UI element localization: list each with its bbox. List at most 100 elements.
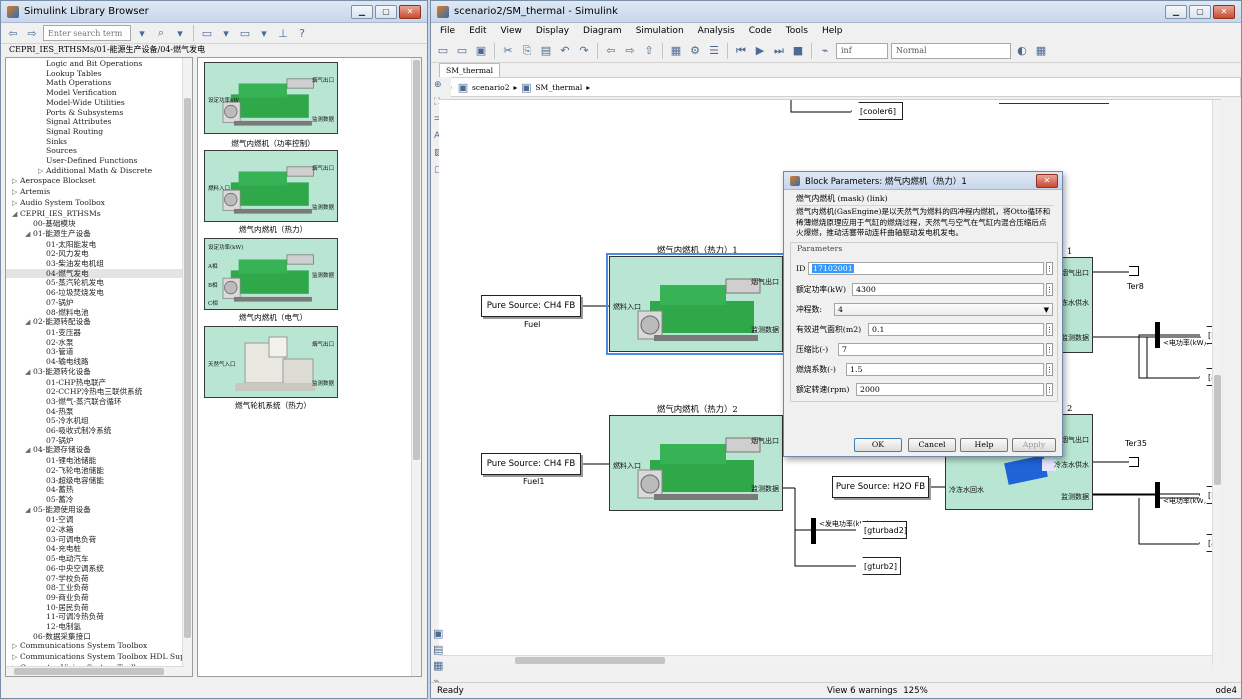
- tree-item[interactable]: 04-热泵: [6, 407, 192, 417]
- library-tree[interactable]: Logic and Bit Operations Lookup Tables Mat…: [5, 57, 193, 677]
- tree-item[interactable]: 04-充电桩: [6, 544, 192, 554]
- tree-item[interactable]: ◢ 01-能源生产设备: [6, 229, 192, 240]
- tree-item[interactable]: 04-燃气发电: [6, 268, 192, 279]
- tree-item[interactable]: 08-工业负荷: [6, 583, 192, 593]
- expand-arrow-icon[interactable]: ▷: [12, 642, 20, 652]
- cancel-button[interactable]: Cancel: [908, 438, 956, 452]
- menu-view[interactable]: View: [501, 26, 522, 36]
- copy-icon[interactable]: ⎘: [519, 43, 535, 59]
- new-model-icon[interactable]: ▭: [199, 25, 215, 41]
- tree-vertical-scrollbar[interactable]: [182, 58, 192, 676]
- bus-selector-2[interactable]: [1155, 322, 1160, 348]
- apply-button[interactable]: Apply: [1012, 438, 1056, 452]
- param-input-combustion-coeff[interactable]: 1.5: [846, 363, 1044, 376]
- menu-file[interactable]: File: [440, 26, 455, 36]
- expand-arrow-icon[interactable]: ◢: [25, 506, 33, 516]
- menu-display[interactable]: Display: [536, 26, 569, 36]
- param-more-icon[interactable]: ⋮: [1046, 323, 1053, 336]
- tree-item[interactable]: 03-管道: [6, 347, 192, 357]
- up-icon[interactable]: ⇧: [641, 43, 657, 59]
- model-settings-icon[interactable]: ⚙: [687, 43, 703, 59]
- tree-item[interactable]: 01-CHP热电联产: [6, 378, 192, 388]
- tree-item[interactable]: 11-可调冷热负荷: [6, 612, 192, 622]
- breadcrumb-scenario2[interactable]: scenario2: [472, 83, 510, 92]
- tree-item[interactable]: 09-商业负荷: [6, 593, 192, 603]
- tree-item[interactable]: 03-可调电负荷: [6, 535, 192, 545]
- tab-sm-thermal[interactable]: SM_thermal: [439, 63, 500, 77]
- tree-item[interactable]: 02-CCHP冷热电三联供系统: [6, 387, 192, 397]
- tree-item[interactable]: ▷ Audio System Toolbox: [6, 198, 192, 209]
- expand-arrow-icon[interactable]: ▷: [12, 177, 20, 187]
- tree-item[interactable]: ◢ CEPRI_IES_RTHSMs: [6, 209, 192, 220]
- param-input-rated-speed[interactable]: 2000: [856, 383, 1044, 396]
- menu-simulation[interactable]: Simulation: [636, 26, 684, 36]
- tree-item[interactable]: 02-飞轮电池储能: [6, 466, 192, 476]
- expand-arrow-icon[interactable]: ▷: [12, 188, 20, 198]
- param-more-icon[interactable]: ⋮: [1046, 262, 1053, 275]
- gas-engine-block-1[interactable]: 燃料入口 烟气出口 监测数据: [606, 253, 786, 355]
- simulation-mode-select[interactable]: Normal: [891, 42, 1011, 59]
- minimize-button[interactable]: ▁: [1165, 4, 1187, 19]
- new-dropdown-icon[interactable]: ▾: [218, 25, 234, 41]
- stop-time-input[interactable]: [836, 42, 888, 59]
- tree-item[interactable]: 05-冷水机组: [6, 416, 192, 426]
- expand-arrow-icon[interactable]: ◢: [25, 318, 33, 328]
- tree-item[interactable]: 05-电动汽车: [6, 554, 192, 564]
- tree-item[interactable]: 06-数据采集接口: [6, 632, 192, 642]
- pure-source-ch4-2[interactable]: Pure Source: CH4 FB: [481, 453, 581, 475]
- tree-item[interactable]: Signal Attributes: [6, 117, 192, 127]
- step-back-icon[interactable]: ⏮: [733, 43, 749, 59]
- tree-item[interactable]: User-Defined Functions: [6, 156, 192, 166]
- gas-engine-block-2[interactable]: 燃料入口 烟气出口 监测数据: [609, 415, 783, 511]
- tree-item[interactable]: Model-Wide Utilities: [6, 98, 192, 108]
- tree-item[interactable]: 01-变压器: [6, 328, 192, 338]
- expand-arrow-icon[interactable]: ◢: [25, 446, 33, 456]
- expand-arrow-icon[interactable]: ▷: [38, 167, 46, 177]
- camera-icon[interactable]: ▣: [433, 627, 449, 643]
- param-input-id[interactable]: 17102001: [808, 262, 1044, 275]
- tree-item[interactable]: Math Operations: [6, 78, 192, 88]
- search-dropdown-icon[interactable]: ▾: [134, 25, 150, 41]
- library-browser-icon[interactable]: ▦: [668, 43, 684, 59]
- tree-item[interactable]: 02-水泵: [6, 338, 192, 348]
- dialog-close-button[interactable]: ✕: [1036, 173, 1058, 188]
- tree-item[interactable]: 05-蒸汽轮机发电: [6, 278, 192, 288]
- canvas-horizontal-scrollbar[interactable]: [439, 655, 1212, 665]
- library-block-gas-turbine[interactable]: 天然气入口 烟气出口 监测数据: [204, 326, 338, 398]
- back-arrow-icon[interactable]: ⇦: [5, 25, 21, 41]
- param-more-icon[interactable]: ⋮: [1046, 383, 1053, 396]
- stop-icon[interactable]: ■: [790, 43, 806, 59]
- tree-item[interactable]: 07-锅炉: [6, 436, 192, 446]
- maximize-button[interactable]: ▢: [1189, 4, 1211, 19]
- search-options-icon[interactable]: ▾: [172, 25, 188, 41]
- tree-horizontal-scrollbar[interactable]: [6, 666, 184, 676]
- status-warnings[interactable]: View 6 warnings: [827, 686, 897, 696]
- cut-icon[interactable]: ✂: [500, 43, 516, 59]
- breadcrumb-sm-thermal[interactable]: SM_thermal: [535, 83, 582, 92]
- open-dropdown-icon[interactable]: ▾: [256, 25, 272, 41]
- library-block-engine-electric[interactable]: 设定功率(kW) A相 B相 C相 监测数据: [204, 238, 338, 310]
- tree-item[interactable]: 01-锂电池储能: [6, 456, 192, 466]
- expand-arrow-icon[interactable]: ▷: [12, 199, 20, 209]
- tree-item[interactable]: 03-柴油发电机组: [6, 259, 192, 269]
- expand-arrow-icon[interactable]: ◢: [25, 368, 33, 378]
- param-more-icon[interactable]: ⋮: [1046, 283, 1053, 296]
- table-icon[interactable]: ▦: [433, 659, 449, 675]
- menu-tools[interactable]: Tools: [786, 26, 808, 36]
- tree-item[interactable]: 04-输电线路: [6, 357, 192, 367]
- tree-item[interactable]: Sinks: [6, 137, 192, 147]
- pure-source-ch4-1[interactable]: Pure Source: CH4 FB: [481, 295, 581, 317]
- tree-item[interactable]: 01-太阳能发电: [6, 240, 192, 250]
- param-input-rated-power[interactable]: 4300: [852, 283, 1044, 296]
- tree-item[interactable]: Ports & Subsystems: [6, 108, 192, 118]
- tree-item[interactable]: 06-垃圾焚烧发电: [6, 288, 192, 298]
- forward-arrow-icon[interactable]: ⇨: [24, 25, 40, 41]
- goto-gturbad2[interactable]: [gturbad2]: [855, 521, 907, 539]
- tree-item[interactable]: ◢ 05-能源使用设备: [6, 505, 192, 516]
- menu-edit[interactable]: Edit: [469, 26, 486, 36]
- tree-item[interactable]: ◢ 04-能源存储设备: [6, 445, 192, 456]
- tree-item[interactable]: 05-蓄冷: [6, 495, 192, 505]
- menu-code[interactable]: Code: [749, 26, 772, 36]
- tree-item[interactable]: ▷ Communications System Toolbox HDL Suppo…: [6, 652, 192, 663]
- tree-item[interactable]: 10-居民负荷: [6, 603, 192, 613]
